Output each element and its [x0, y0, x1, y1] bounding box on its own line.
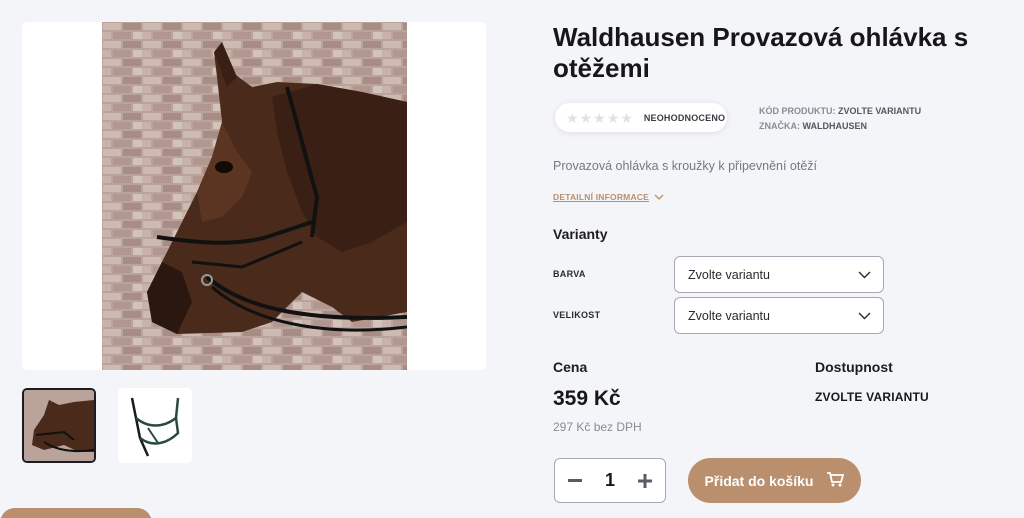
price-heading: Cena — [553, 359, 588, 375]
rating-badge[interactable]: ★ ★ ★ ★ ★ NEOHODNOCENO — [555, 103, 727, 132]
price-value: 359 Kč — [553, 387, 621, 410]
brand-value: WALDHAUSEN — [802, 121, 868, 131]
product-meta: KÓD PRODUKTU: ZVOLTE VARIANTU ZNAČKA: WA… — [759, 104, 921, 134]
cart-icon — [827, 471, 845, 490]
chevron-down-icon — [858, 309, 871, 323]
rating-text: NEOHODNOCENO — [643, 112, 726, 123]
add-to-cart-button[interactable]: Přidat do košíku — [688, 458, 861, 503]
variant-label-color: BARVA — [553, 269, 586, 279]
availability-value: ZVOLTE VARIANTU — [815, 390, 929, 404]
thumbnail-horse[interactable] — [22, 388, 96, 463]
bottom-accent-button[interactable] — [0, 508, 152, 518]
star-icon: ★ — [620, 109, 633, 126]
horse-thumbnail-image — [24, 390, 94, 461]
horse-photo — [102, 22, 407, 370]
color-variant-value: Zvolte variantu — [688, 267, 770, 282]
color-variant-select[interactable]: Zvolte variantu — [674, 256, 884, 293]
product-short-description: Provazová ohlávka s kroužky k připevnění… — [553, 159, 818, 173]
size-variant-value: Zvolte variantu — [688, 308, 770, 323]
variant-label-size: VELIKOST — [553, 310, 601, 320]
brand-label: ZNAČKA: — [759, 121, 800, 131]
variants-heading: Varianty — [553, 226, 608, 242]
star-icon: ★ — [566, 109, 579, 126]
add-to-cart-label: Přidat do košíku — [704, 472, 814, 489]
product-main-image[interactable] — [22, 22, 486, 370]
product-title: Waldhausen Provazová ohlávka s otěžemi — [553, 22, 969, 83]
chevron-down-icon — [858, 268, 871, 282]
star-icon: ★ — [579, 109, 593, 126]
thumbnail-halter[interactable] — [118, 388, 192, 463]
star-icon: ★ — [606, 109, 620, 126]
detail-info-link[interactable]: DETAILNÍ INFORMACE — [553, 192, 664, 202]
star-icon: ★ — [593, 109, 606, 126]
size-variant-select[interactable]: Zvolte variantu — [674, 297, 884, 334]
plus-icon[interactable] — [635, 471, 655, 491]
chevron-down-icon — [654, 192, 664, 202]
rating-stars: ★ ★ ★ ★ ★ — [566, 111, 633, 125]
minus-icon[interactable] — [565, 471, 585, 491]
halter-thumbnail-image — [118, 388, 192, 463]
quantity-stepper: 1 — [554, 458, 666, 503]
product-code-value: ZVOLTE VARIANTU — [838, 106, 922, 116]
quantity-input[interactable]: 1 — [605, 470, 615, 491]
price-without-vat: 297 Kč bez DPH — [553, 420, 642, 434]
product-code-label: KÓD PRODUKTU: — [759, 106, 836, 116]
availability-heading: Dostupnost — [815, 359, 893, 375]
detail-info-label: DETAILNÍ INFORMACE — [553, 192, 649, 202]
